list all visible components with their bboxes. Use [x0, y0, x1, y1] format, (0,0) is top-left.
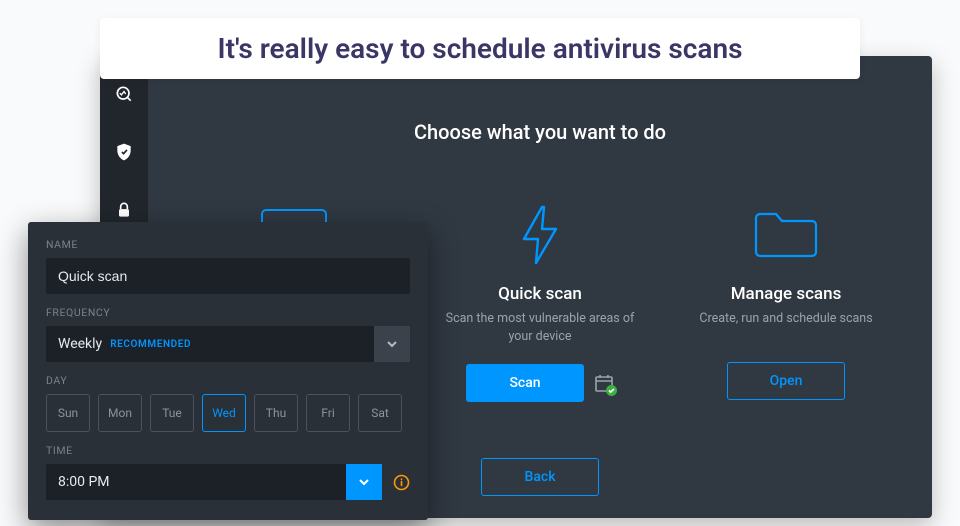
- scan-name-input[interactable]: [46, 258, 410, 294]
- calendar-check-icon[interactable]: [594, 373, 614, 393]
- open-button[interactable]: Open: [727, 362, 845, 400]
- chevron-down-icon[interactable]: [346, 464, 382, 500]
- time-select[interactable]: 8:00 PM: [46, 464, 382, 500]
- time-label: TIME: [46, 444, 410, 457]
- scan-button[interactable]: Scan: [466, 364, 584, 402]
- name-label: NAME: [46, 238, 410, 251]
- info-icon[interactable]: [392, 473, 410, 491]
- day-mon[interactable]: Mon: [98, 394, 142, 432]
- day-sun[interactable]: Sun: [46, 394, 90, 432]
- chevron-down-icon[interactable]: [374, 326, 410, 362]
- frequency-value: Weekly: [58, 336, 102, 352]
- card-desc: Create, run and schedule scans: [691, 310, 881, 344]
- day-tue[interactable]: Tue: [150, 394, 194, 432]
- folder-icon: [691, 200, 881, 270]
- frequency-label: FREQUENCY: [46, 306, 410, 319]
- headline-text: It's really easy to schedule antivirus s…: [218, 32, 743, 65]
- card-manage-scans: Manage scans Create, run and schedule sc…: [691, 200, 881, 402]
- main-title: Choose what you want to do: [188, 120, 892, 144]
- shield-icon[interactable]: [114, 142, 134, 166]
- headline-banner: It's really easy to schedule antivirus s…: [100, 18, 860, 79]
- back-button[interactable]: Back: [481, 458, 599, 496]
- card-title: Quick scan: [445, 284, 635, 304]
- card-quick-scan: Quick scan Scan the most vulnerable area…: [445, 200, 635, 402]
- day-label: DAY: [46, 374, 410, 387]
- day-wed[interactable]: Wed: [202, 394, 246, 432]
- day-sat[interactable]: Sat: [358, 394, 402, 432]
- frequency-select[interactable]: Weekly RECOMMENDED: [46, 326, 410, 362]
- lock-icon[interactable]: [114, 200, 134, 224]
- card-desc: Scan the most vulnerable areas of your d…: [445, 310, 635, 346]
- day-picker: Sun Mon Tue Wed Thu Fri Sat: [46, 394, 410, 432]
- time-value: 8:00 PM: [58, 474, 110, 490]
- card-title: Manage scans: [691, 284, 881, 304]
- recommended-tag: RECOMMENDED: [110, 339, 191, 350]
- schedule-panel: NAME FREQUENCY Weekly RECOMMENDED DAY Su…: [28, 222, 428, 520]
- day-thu[interactable]: Thu: [254, 394, 298, 432]
- activity-icon[interactable]: [114, 84, 134, 108]
- bolt-icon: [445, 200, 635, 270]
- day-fri[interactable]: Fri: [306, 394, 350, 432]
